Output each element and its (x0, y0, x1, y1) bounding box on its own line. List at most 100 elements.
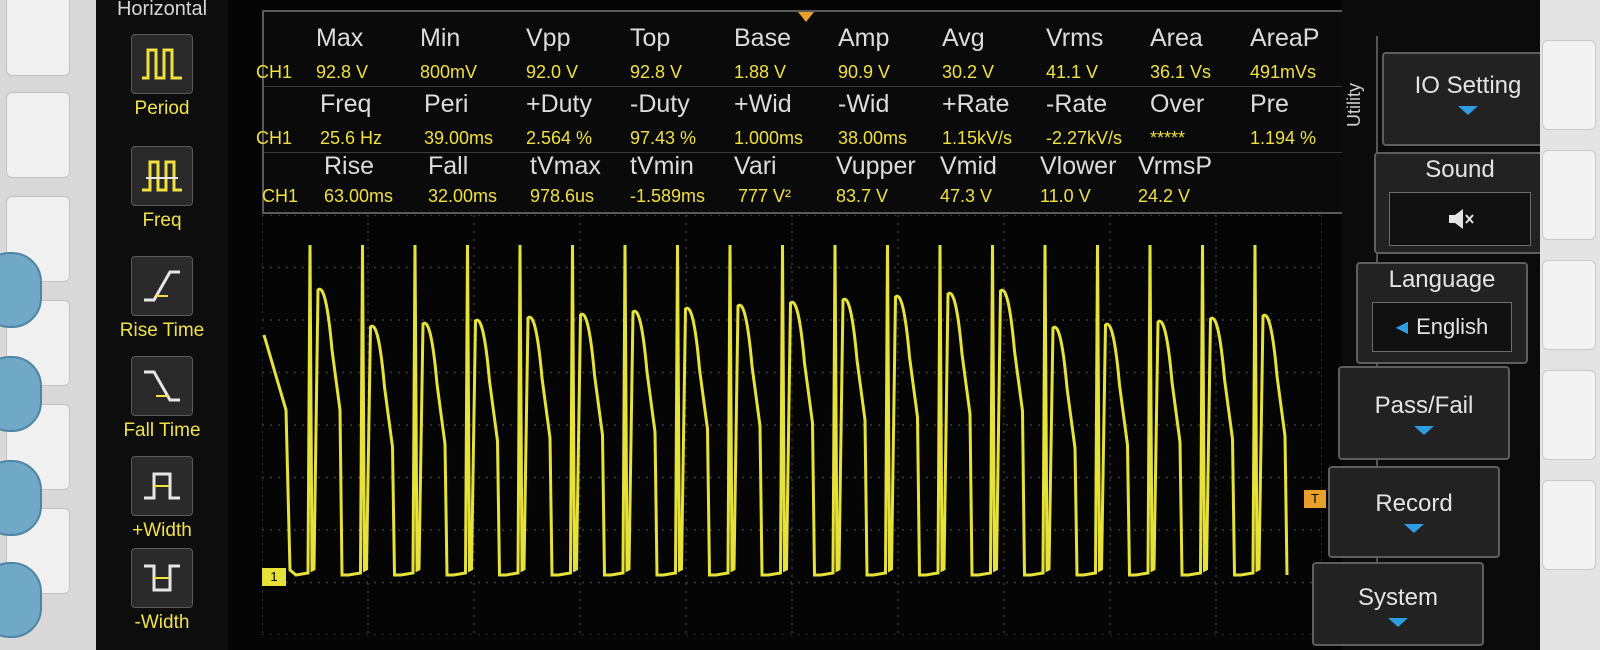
utility-side-label: Utility (1344, 83, 1364, 127)
trigger-position-marker[interactable] (798, 12, 814, 22)
negative-width-label: -Width (134, 612, 190, 633)
right-softkey-5[interactable] (1542, 480, 1596, 570)
measurement-panel: Max Min Vpp Top Base Amp Avg Vrms Area A… (256, 10, 1348, 216)
meas-value: 1.000ms (734, 128, 804, 148)
meas-value: -1.589ms (630, 186, 706, 206)
meas-header: Peri (424, 90, 469, 118)
period-menu-item[interactable]: Period (96, 34, 228, 120)
right-softkey-2[interactable] (1542, 150, 1596, 240)
chevron-down-icon (1404, 524, 1424, 533)
meas-header: Avg (942, 24, 985, 52)
right-softkey-3[interactable] (1542, 260, 1596, 350)
meas-header-row-2: Freq Peri +Duty -Duty +Wid -Wid +Rate -R… (264, 90, 1346, 120)
meas-value: 978.6us (530, 186, 595, 206)
record-label: Record (1375, 490, 1453, 517)
channel-label: CH1 (262, 186, 299, 206)
meas-value-row-3: CH1 63.00ms 32.00ms 978.6us -1.589ms 777… (262, 186, 1346, 216)
io-setting-menu-item[interactable]: IO Setting (1382, 52, 1554, 146)
meas-header: AreaP (1250, 24, 1320, 52)
meas-value: 39.00ms (424, 128, 494, 148)
meas-header: Freq (320, 90, 372, 118)
meas-header: Rise (324, 152, 375, 180)
horizontal-menu-title: Horizontal (116, 0, 208, 20)
softkey-1[interactable] (6, 0, 70, 76)
meas-value: 24.2 V (1138, 186, 1191, 206)
meas-header: +Duty (526, 90, 593, 118)
knob-4[interactable] (0, 562, 42, 638)
language-label: Language (1388, 266, 1496, 293)
freq-menu-item[interactable]: Freq (96, 146, 228, 232)
meas-header: Max (316, 24, 364, 52)
meas-value: 92.8 V (630, 62, 683, 82)
meas-value: 92.8 V (316, 62, 369, 82)
fall-time-menu-item[interactable]: Fall Time (96, 356, 228, 442)
meas-value: 777 V² (738, 186, 792, 206)
chevron-down-icon (1388, 618, 1408, 627)
meas-header: Vlower (1040, 152, 1117, 180)
fall-time-icon (131, 356, 193, 416)
horizontal-menu: Horizontal Period Freq Rise Time Fall Ti… (96, 0, 228, 650)
left-softkey-column (0, 0, 96, 650)
meas-header: -Wid (838, 90, 890, 118)
meas-header: +Rate (942, 90, 1010, 118)
meas-value: 1.88 V (734, 62, 787, 82)
meas-header: Pre (1250, 90, 1289, 118)
speaker-muted-icon (1449, 209, 1474, 229)
meas-value: 83.7 V (836, 186, 889, 206)
meas-header: -Duty (630, 90, 690, 118)
negative-width-menu-item[interactable]: -Width (96, 548, 228, 634)
sound-menu-item[interactable]: Sound (1374, 152, 1546, 254)
meas-value: 63.00ms (324, 186, 394, 206)
meas-value: 800mV (420, 62, 478, 82)
meas-value: 97.43 % (630, 128, 697, 148)
meas-header-row-3: Rise Fall tVmax tVmin Vari Vupper Vmid V… (264, 152, 1346, 182)
meas-header: Min (420, 24, 461, 52)
meas-header: -Rate (1046, 90, 1108, 118)
meas-value-row-1: CH1 92.8 V 800mV 92.0 V 92.8 V 1.88 V 90… (256, 62, 1346, 92)
meas-value: ***** (1150, 128, 1186, 148)
meas-value: 38.00ms (838, 128, 908, 148)
softkey-2[interactable] (6, 92, 70, 178)
pass-fail-menu-item[interactable]: Pass/Fail (1338, 366, 1510, 460)
positive-width-menu-item[interactable]: +Width (96, 456, 228, 542)
meas-header: tVmax (530, 152, 601, 180)
rise-time-label: Rise Time (119, 320, 205, 341)
meas-header: Top (630, 24, 671, 52)
language-menu-item[interactable]: Language ◀ English (1356, 262, 1528, 364)
meas-value: 11.0 V (1040, 186, 1091, 206)
positive-width-label: +Width (132, 520, 192, 541)
system-menu-item[interactable]: System (1312, 562, 1484, 646)
meas-value: 32.00ms (428, 186, 498, 206)
meas-header: Vupper (836, 152, 916, 180)
record-menu-item[interactable]: Record (1328, 466, 1500, 558)
ch1-ground-marker[interactable]: 1 (262, 568, 286, 586)
chevron-down-icon (1414, 426, 1434, 435)
meas-header: VrmsP (1138, 152, 1213, 180)
pass-fail-label: Pass/Fail (1374, 392, 1474, 419)
right-softkey-4[interactable] (1542, 370, 1596, 460)
io-setting-label: IO Setting (1414, 72, 1522, 99)
period-pulse-icon (131, 34, 193, 94)
meas-divider (264, 86, 1346, 87)
chevron-left-icon: ◀ (1395, 319, 1409, 336)
meas-header: Over (1150, 90, 1205, 118)
meas-value: 47.3 V (940, 186, 993, 206)
meas-value: 30.2 V (942, 62, 995, 82)
channel-label: CH1 (256, 128, 293, 148)
ch1-waveform-trace (262, 244, 1289, 577)
right-softkey-1[interactable] (1542, 40, 1596, 130)
sound-label: Sound (1425, 156, 1495, 183)
meas-header: Vari (734, 152, 777, 180)
positive-width-icon (131, 456, 193, 516)
meas-value: 2.564 % (526, 128, 593, 148)
meas-header: Vpp (526, 24, 571, 52)
trigger-level-marker[interactable]: T (1304, 490, 1326, 508)
meas-header: Fall (428, 152, 469, 180)
meas-value: 25.6 Hz (320, 128, 383, 148)
waveform-display (262, 215, 1322, 635)
meas-value: 1.194 % (1250, 128, 1317, 148)
rise-time-menu-item[interactable]: Rise Time (96, 256, 228, 342)
meas-header: Base (734, 24, 791, 52)
freq-label: Freq (142, 210, 182, 231)
meas-header: Amp (838, 24, 890, 52)
